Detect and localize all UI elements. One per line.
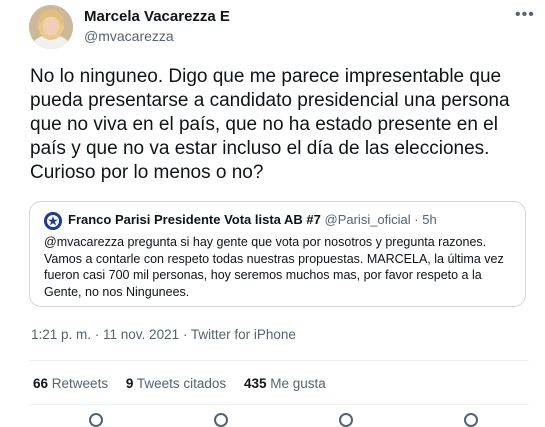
quotes-count: 9 <box>125 376 134 391</box>
likes-count: 435 <box>243 376 267 391</box>
quoted-author-name: Franco Parisi Presidente Vota lista AB #… <box>68 212 321 227</box>
author-avatar[interactable] <box>29 5 73 49</box>
share-icon[interactable] <box>464 413 478 427</box>
reply-icon[interactable] <box>89 413 103 427</box>
retweet-icon[interactable] <box>214 413 228 427</box>
likes-stat[interactable]: 435 Me gusta <box>244 376 326 391</box>
more-horizontal-icon[interactable]: ••• <box>515 7 535 23</box>
quotes-label: Tweets citados <box>136 376 227 391</box>
tweet-timestamp[interactable]: 1:21 p. m. · 11 nov. 2021 · Twitter for … <box>31 327 296 342</box>
tweet-stats: 66 Retweets 9 Tweets citados 435 Me gust… <box>33 376 340 391</box>
divider <box>29 360 529 361</box>
quoted-header: Franco Parisi Presidente Vota lista AB #… <box>68 212 437 227</box>
retweets-label: Retweets <box>51 376 109 391</box>
tweet-text: No lo ninguneo. Digo que me parece impre… <box>30 66 510 183</box>
quoted-tweet[interactable]: Franco Parisi Presidente Vota lista AB #… <box>29 201 526 307</box>
retweets-stat[interactable]: 66 Retweets <box>33 376 108 391</box>
quotes-stat[interactable]: 9 Tweets citados <box>126 376 226 391</box>
likes-label: Me gusta <box>270 376 326 391</box>
retweets-count: 66 <box>33 376 49 391</box>
quoted-author-avatar <box>44 212 62 230</box>
tweet-card: Marcela Vacarezza E @mvacarezza ••• No l… <box>0 0 545 427</box>
quoted-author-handle: @Parisi_oficial <box>324 212 411 227</box>
author-name[interactable]: Marcela Vacarezza E <box>84 8 230 25</box>
quoted-text: @mvacarezza pregunta si hay gente que vo… <box>44 235 504 299</box>
action-bar <box>29 410 529 427</box>
like-icon[interactable] <box>339 413 353 427</box>
quoted-time-ago: · 5h <box>414 212 437 227</box>
divider <box>29 404 529 405</box>
author-handle[interactable]: @mvacarezza <box>84 28 174 44</box>
